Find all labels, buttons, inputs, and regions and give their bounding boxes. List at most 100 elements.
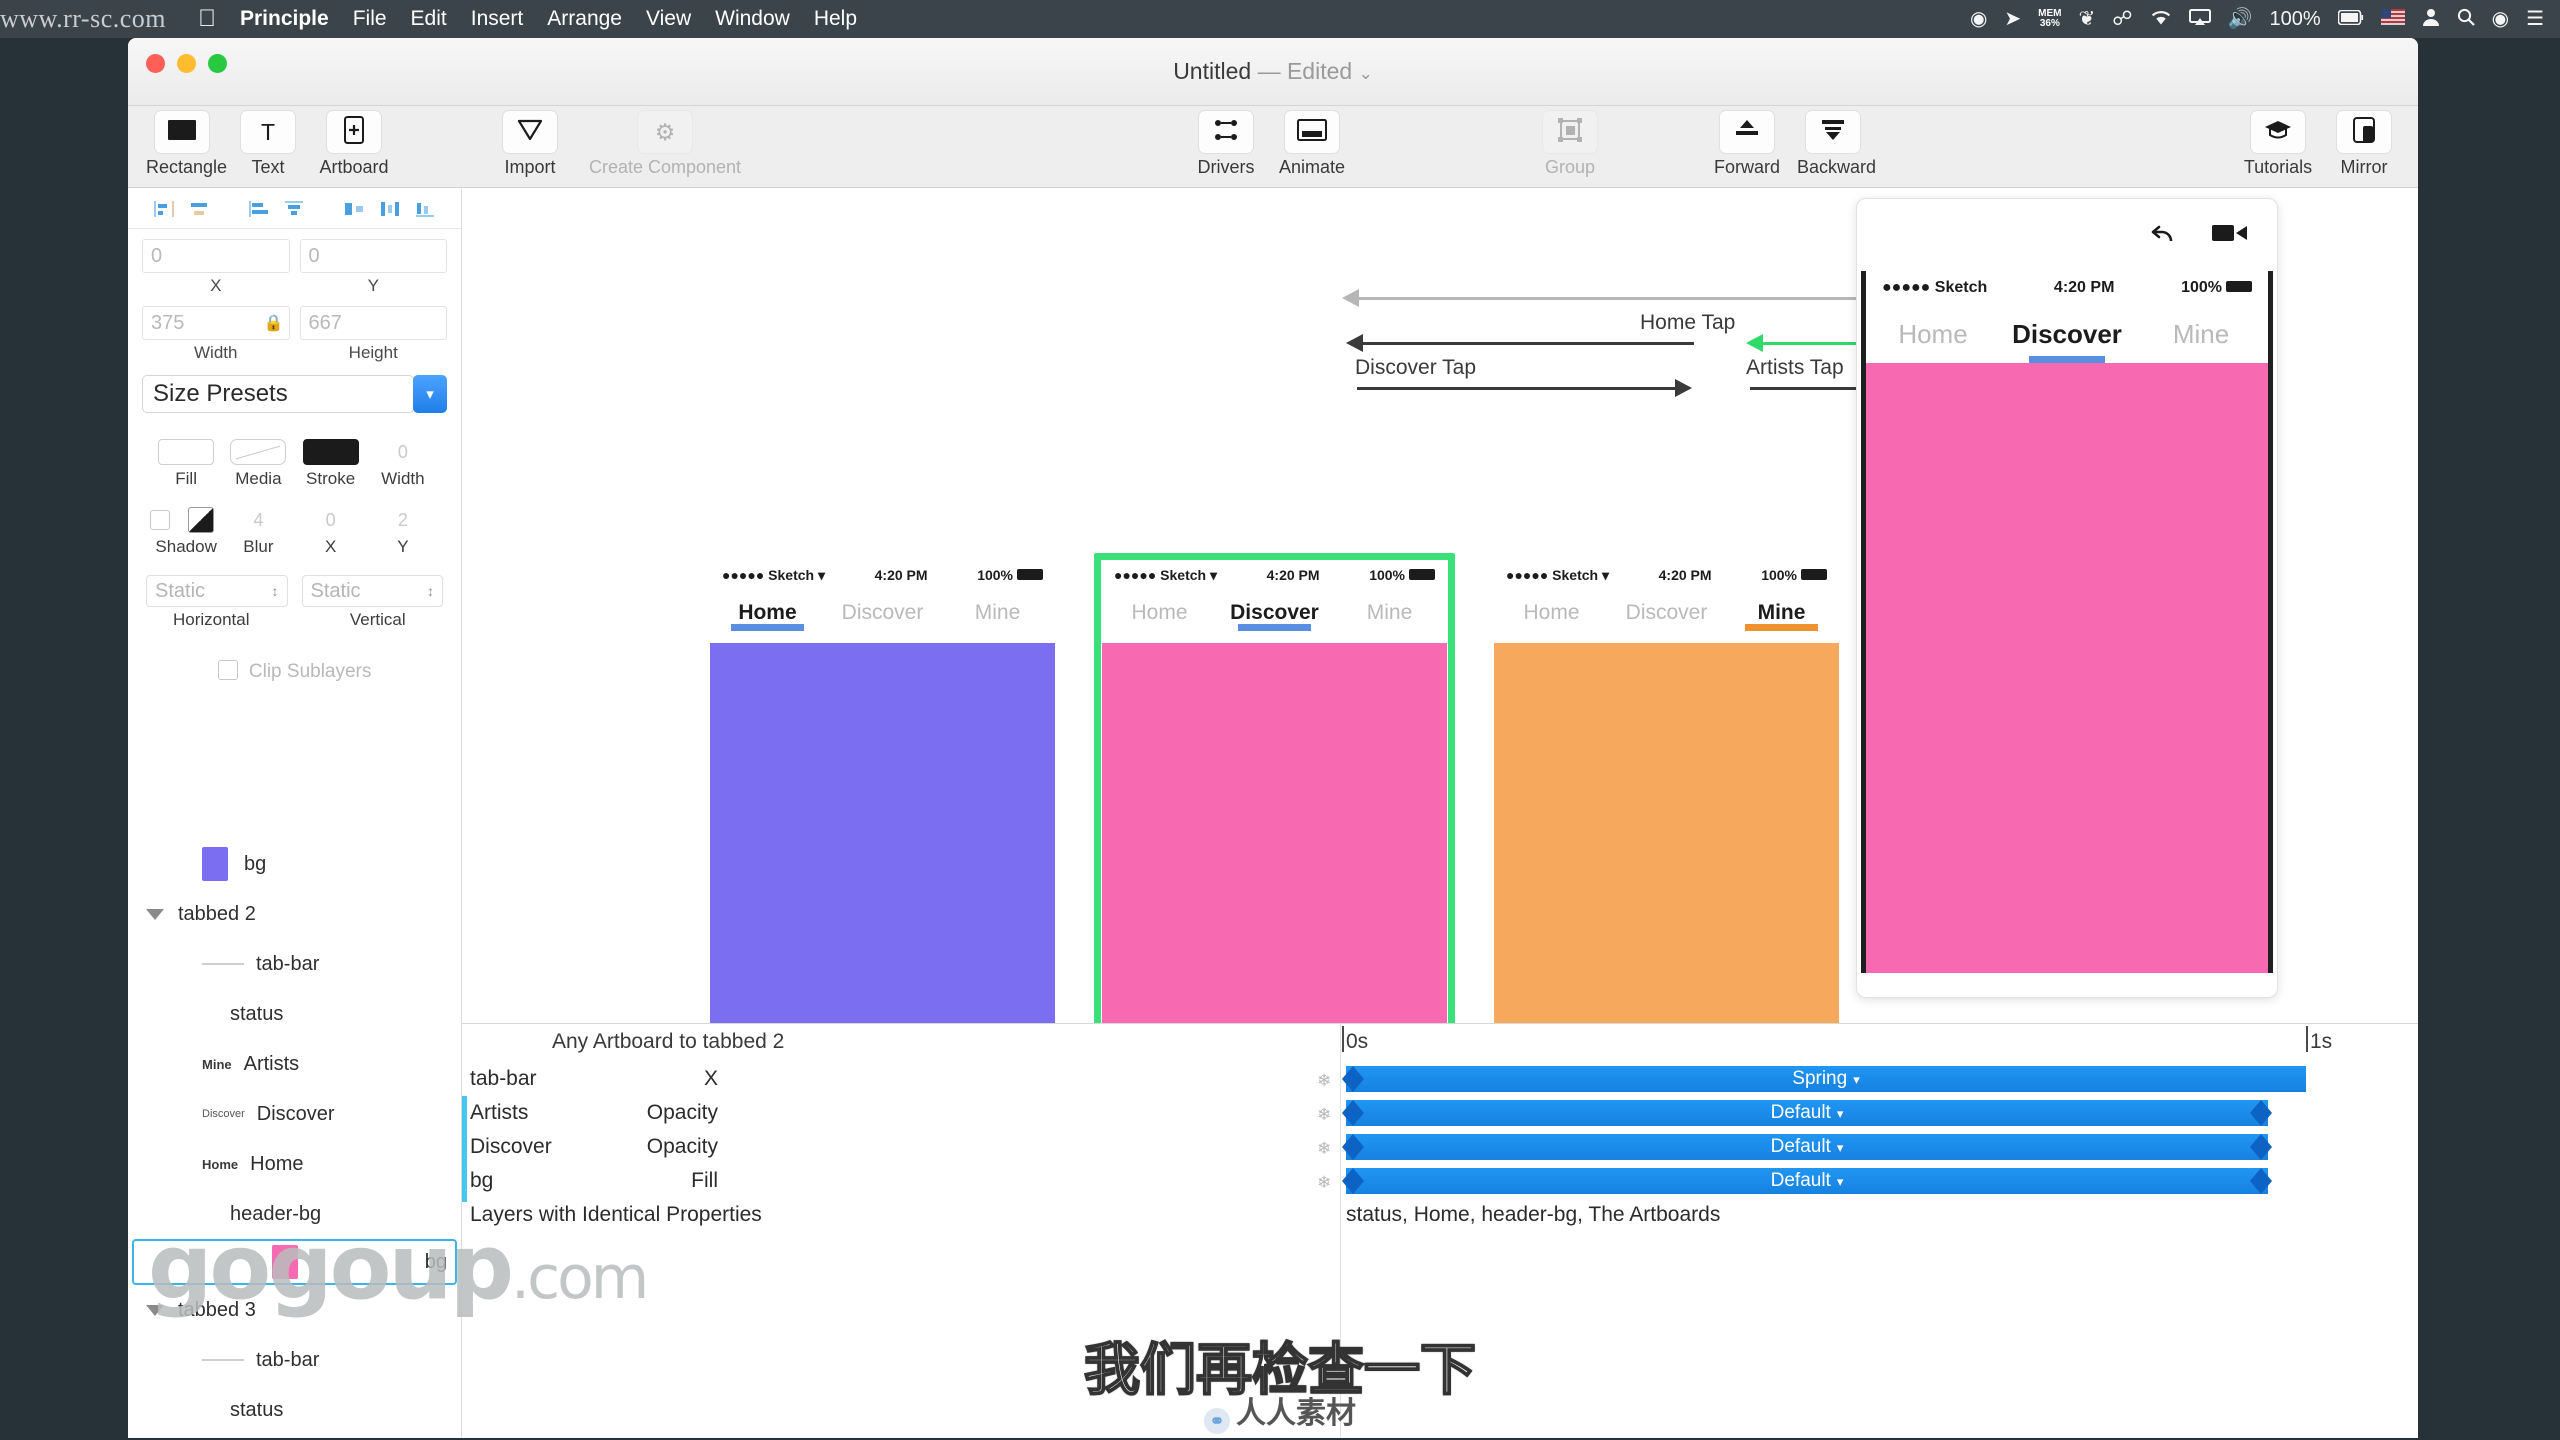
layer-row-header-bg-7[interactable]: header-bg <box>128 1189 461 1239</box>
layer-row-tabbed-3-9[interactable]: tabbed 3 <box>128 1285 461 1335</box>
backward-button[interactable]: Backward <box>1797 110 1876 178</box>
siri-icon[interactable]: ◉ <box>2492 9 2509 29</box>
timeline-row-tab-bar[interactable]: tab-bar X ❄ Spring ▾ <box>462 1062 2418 1096</box>
artboard-tab-mine[interactable]: Mine <box>940 601 1055 625</box>
mirror-tab-home[interactable]: Home <box>1866 319 2000 350</box>
timeline-property-name[interactable]: Fill <box>298 1169 718 1193</box>
memory-usage-indicator[interactable]: MEM 36% <box>2038 9 2061 29</box>
group-button[interactable]: Group <box>1534 110 1606 178</box>
create-component-button[interactable]: ⚙ Create Component <box>580 110 750 178</box>
artboard-tab-home[interactable]: Home <box>1102 601 1217 625</box>
snowflake-icon[interactable]: ❄ <box>1317 1071 1331 1091</box>
mirror-button[interactable]: Mirror <box>2328 110 2400 178</box>
menu-item-principle[interactable]: Principle <box>240 7 329 31</box>
fill-swatch[interactable] <box>158 439 215 465</box>
timeline-animation-bar[interactable]: Default ▾ <box>1346 1168 2268 1194</box>
airplay-icon[interactable] <box>2188 8 2211 30</box>
flag-icon[interactable] <box>2380 9 2405 29</box>
layer-row-tab-bar-10[interactable]: tab-bar <box>128 1335 461 1385</box>
layer-row-status-11[interactable]: status <box>128 1385 461 1435</box>
artboard-tab-home[interactable]: Home <box>710 601 825 631</box>
stroke-width-cell[interactable]: 0 Width <box>367 439 439 489</box>
transition-line-discover-tap[interactable] <box>1357 387 1675 390</box>
y-input[interactable] <box>299 239 447 273</box>
import-button[interactable]: Import <box>494 110 566 178</box>
size-presets-dropdown-button[interactable]: ▾ <box>413 375 447 413</box>
transition-label-discover-tap[interactable]: Discover Tap <box>1355 356 1476 380</box>
user-icon[interactable] <box>2422 8 2440 30</box>
snowflake-icon[interactable]: ❄ <box>1317 1173 1331 1193</box>
horizontal-resizing-select[interactable]: Static ↕ <box>146 575 288 607</box>
clip-sublayers-row[interactable]: Clip Sublayers <box>128 630 461 683</box>
transition-label-home-tap[interactable]: Home Tap <box>1640 311 1735 335</box>
layer-row-tab-bar-2[interactable]: tab-bar <box>128 939 461 989</box>
wifi-icon[interactable] <box>2150 9 2172 30</box>
bluetooth-icon[interactable]: ☍ <box>2112 9 2132 29</box>
align-distribute-icon[interactable] <box>372 200 407 218</box>
artboard-tab-discover[interactable]: Discover <box>1609 601 1724 625</box>
artboard-tabbed-1[interactable]: ●●●●● Sketch ▾ 4:20 PM 100% Home Discover Min… <box>710 561 1055 1023</box>
spotlight-search-icon[interactable] <box>2457 8 2475 30</box>
snowflake-icon[interactable]: ❄ <box>1317 1139 1331 1159</box>
disclosure-triangle-icon[interactable] <box>146 1304 164 1316</box>
tutorials-button[interactable]: Tutorials <box>2242 110 2314 178</box>
volume-icon[interactable]: 🔊 <box>2228 9 2253 29</box>
apple-icon[interactable]:  <box>198 7 216 31</box>
menu-item-insert[interactable]: Insert <box>471 7 524 31</box>
evernote-icon[interactable]: ❦ <box>2079 9 2096 29</box>
menu-item-help[interactable]: Help <box>814 7 857 31</box>
align-center-horizontal-icon[interactable] <box>181 200 216 218</box>
document-title-bar[interactable]: Untitled — Edited ⌄ <box>128 58 2418 85</box>
stroke-width-value[interactable]: 0 <box>375 439 431 465</box>
shadow-x-value[interactable]: 0 <box>303 507 359 533</box>
battery-icon[interactable] <box>2337 9 2364 29</box>
media-swatch[interactable] <box>230 439 287 465</box>
clip-sublayers-checkbox[interactable] <box>217 660 238 680</box>
align-right-icon[interactable] <box>241 200 276 218</box>
video-camera-icon[interactable] <box>2211 221 2249 250</box>
timeline-row-artists[interactable]: Artists Opacity ❄ Default ▾ <box>462 1096 2418 1130</box>
transition-label-artists-tap[interactable]: Artists Tap <box>1746 356 1844 380</box>
mirror-preview-panel[interactable]: ●●●●● Sketch 4:20 PM 100% Home Discover … <box>1856 198 2278 998</box>
chevron-down-icon[interactable]: ⌄ <box>1359 64 1373 83</box>
blur-value[interactable]: 4 <box>230 507 286 533</box>
rectangle-tool[interactable]: Rectangle <box>146 110 227 178</box>
layer-row-status-3[interactable]: status <box>128 989 461 1039</box>
lock-icon[interactable]: 🔒 <box>264 313 284 333</box>
timeline-animation-bar[interactable]: Default ▾ <box>1346 1100 2268 1126</box>
shadow-color-swatch[interactable] <box>188 507 215 533</box>
timeline-property-name[interactable]: Opacity <box>298 1135 718 1159</box>
align-center-vertical-icon[interactable] <box>337 200 372 218</box>
artboard-tabbed-2[interactable]: ●●●●● Sketch ▾ 4:20 PM 100% Home Discover Min… <box>1102 561 1447 1023</box>
disclosure-triangle-icon[interactable] <box>146 908 164 920</box>
artboard-tab-discover[interactable]: Discover <box>1217 601 1332 631</box>
timeline-row-discover[interactable]: Discover Opacity ❄ Default ▾ <box>462 1130 2418 1164</box>
layer-row-tabbed-2-1[interactable]: tabbed 2 <box>128 889 461 939</box>
layer-row-bg-8[interactable]: bg <box>132 1239 457 1285</box>
menu-item-arrange[interactable]: Arrange <box>547 7 622 31</box>
align-top-icon[interactable] <box>277 200 312 218</box>
menu-item-window[interactable]: Window <box>715 7 790 31</box>
drivers-button[interactable]: Drivers <box>1190 110 1262 178</box>
text-tool[interactable]: T Text <box>232 110 304 178</box>
media-cell[interactable]: Media <box>222 439 294 489</box>
height-input[interactable] <box>299 306 447 340</box>
notification-center-icon[interactable]: ☰ <box>2526 9 2544 29</box>
mirror-tab-discover[interactable]: Discover <box>2000 319 2134 364</box>
forward-button[interactable]: Forward <box>1711 110 1783 178</box>
stroke-cell[interactable]: Stroke <box>295 439 367 489</box>
timeline-property-name[interactable]: X <box>298 1067 718 1091</box>
align-left-icon[interactable] <box>146 200 181 218</box>
snowflake-icon[interactable]: ❄ <box>1317 1105 1331 1125</box>
record-icon[interactable]: ◉ <box>1970 9 1987 29</box>
artboard-tab-discover[interactable]: Discover <box>825 601 940 625</box>
artboard-tab-home[interactable]: Home <box>1494 601 1609 625</box>
menu-item-file[interactable]: File <box>353 7 387 31</box>
stepper-icon[interactable]: ↕ <box>272 584 279 598</box>
layer-row-artists-12[interactable]: MineArtists <box>128 1435 461 1438</box>
size-presets-field[interactable]: Size Presets <box>142 375 414 413</box>
undo-icon[interactable] <box>2149 221 2181 250</box>
align-bottom-icon[interactable] <box>407 200 442 218</box>
vertical-resizing-select[interactable]: Static ↕ <box>301 575 443 607</box>
animate-button[interactable]: Animate <box>1276 110 1348 178</box>
